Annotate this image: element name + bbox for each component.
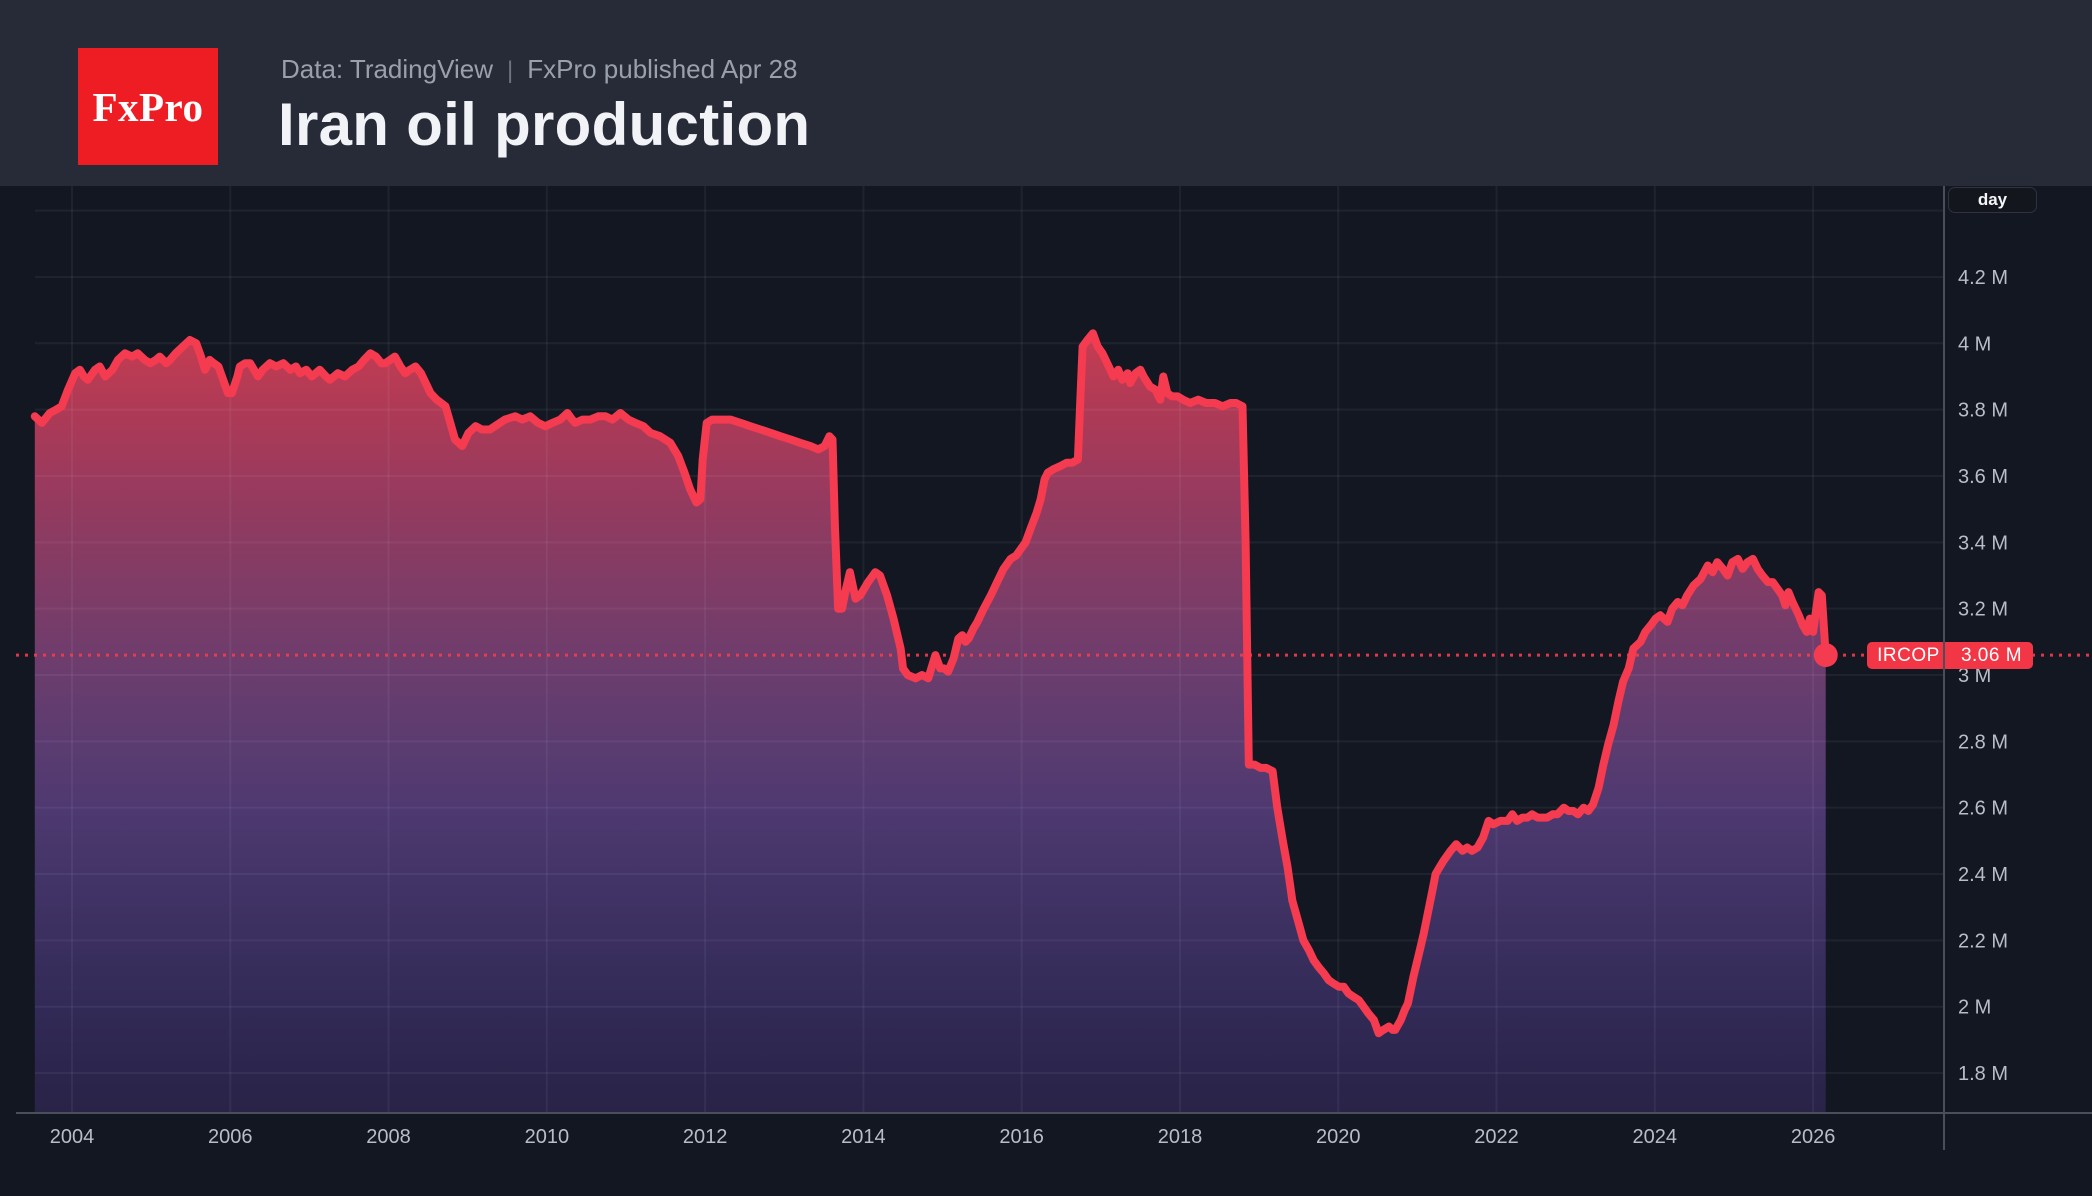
y-axis-label: 2.8 M [1958,731,2008,753]
x-axis-label: 2026 [1791,1126,1836,1148]
y-axis-label: 2 M [1958,997,1991,1019]
y-axis-label: 2.6 M [1958,798,2008,820]
subtitle-separator: | [493,57,527,84]
publisher-label: FxPro published Apr 28 [527,54,797,84]
y-axis-label: 4 M [1958,333,1991,355]
x-axis-label: 2012 [683,1126,728,1148]
x-axis-label: 2018 [1158,1126,1203,1148]
x-axis-label: 2024 [1633,1126,1678,1148]
price-scale-separator [1943,186,1945,1150]
x-axis-label: 2006 [208,1126,253,1148]
area-fill [35,333,1826,1113]
y-axis-label: 2.2 M [1958,930,2008,952]
x-axis-label: 2010 [525,1126,570,1148]
y-axis-label: 4.2 M [1958,267,2008,289]
last-price-badge: IRCOP 3.06 M [1867,642,2033,669]
x-axis-label: 2020 [1316,1126,1361,1148]
chart-source-line: Data: TradingView|FxPro published Apr 28 [281,50,798,88]
y-axis-label: 3.4 M [1958,532,2008,554]
chart-area: 4.2 M4 M3.8 M3.6 M3.4 M3.2 M3 M2.8 M2.6 … [0,186,2092,1196]
data-source-label: Data: TradingView [281,54,493,84]
y-axis-label: 2.4 M [1958,864,2008,886]
fxpro-logo-text: FxPro [92,83,203,131]
last-point-marker [1814,643,1838,667]
page-title: Iran oil production [278,90,810,159]
x-axis-label: 2014 [841,1126,886,1148]
price-chart[interactable]: 4.2 M4 M3.8 M3.6 M3.4 M3.2 M3 M2.8 M2.6 … [0,186,2092,1196]
x-axis-scale[interactable]: 2004 2006 2008 2010 2012 2014 2016 2018 2020 2022… [50,1126,1836,1148]
fxpro-logo: FxPro [78,48,218,165]
symbol-badge: IRCOP [1867,642,1950,669]
y-axis-label: 3.2 M [1958,599,2008,621]
last-price-value: 3.06 M [1950,642,2033,669]
x-axis-label: 2016 [999,1126,1044,1148]
y-axis-scale[interactable]: 4.2 M4 M3.8 M3.6 M3.4 M3.2 M3 M2.8 M2.6 … [1958,267,2008,1085]
y-axis-label: 1.8 M [1958,1063,2008,1085]
header: FxPro Data: TradingView|FxPro published … [0,0,2092,186]
x-axis-label: 2008 [366,1126,411,1148]
x-axis-label: 2022 [1474,1126,1519,1148]
x-axis-label: 2004 [50,1126,95,1148]
y-axis-label: 3.8 M [1958,400,2008,422]
y-axis-label: 3.6 M [1958,466,2008,488]
interval-button[interactable]: day [1948,187,2037,213]
